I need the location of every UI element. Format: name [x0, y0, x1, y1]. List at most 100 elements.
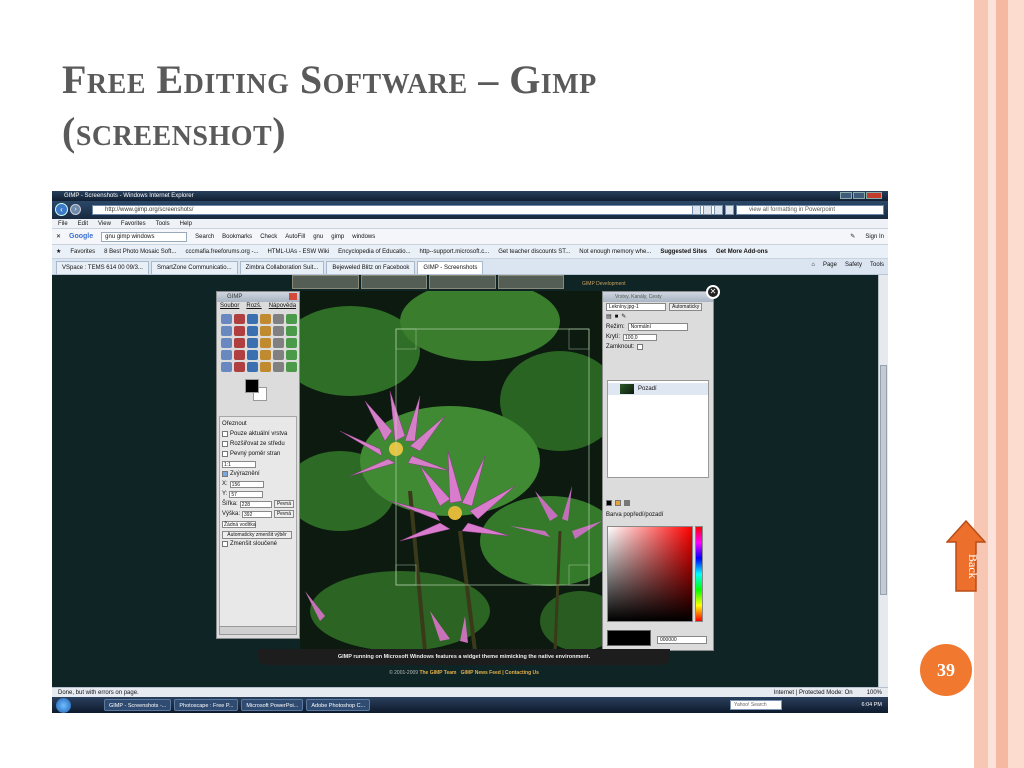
taskbar-item[interactable]: Photoscape : Free P...	[174, 699, 239, 711]
gimp-development-link[interactable]: GIMP Development	[582, 281, 626, 287]
taskbar-item[interactable]: GIMP - Screenshots -...	[104, 699, 172, 711]
back-button[interactable]: Back	[946, 520, 986, 592]
option-fixed-ratio[interactable]: Pevný poměr stran	[222, 449, 294, 459]
favorites-button[interactable]: Favorites	[70, 245, 95, 258]
bookmarks-button[interactable]: Bookmarks	[222, 229, 252, 245]
checkbox[interactable]	[222, 471, 228, 477]
maximize-button[interactable]	[853, 192, 865, 199]
opacity-input[interactable]: 100,0	[623, 333, 658, 341]
tool-icon[interactable]	[221, 314, 232, 324]
dropdown-icon[interactable]	[692, 205, 701, 215]
tool-icon[interactable]	[260, 350, 271, 360]
tool-icon[interactable]	[247, 326, 258, 336]
search-term-gimp[interactable]: gimp	[331, 229, 344, 245]
menu-item-file[interactable]: File	[58, 219, 68, 228]
foreground-color-swatch[interactable]	[245, 379, 259, 393]
y-input[interactable]: 57	[229, 490, 264, 498]
image-canvas[interactable]	[300, 291, 602, 651]
checkbox[interactable]	[222, 451, 228, 457]
tool-icon[interactable]	[273, 362, 284, 372]
tab-smartzone[interactable]: SmartZone Communicatio...	[150, 261, 238, 274]
image-select[interactable]: Lekníny.jpg-1	[606, 303, 666, 311]
tool-icon[interactable]	[286, 326, 297, 336]
check-button[interactable]: Check	[260, 229, 277, 245]
taskbar-item[interactable]: Microsoft PowerPoi...	[241, 699, 304, 711]
tool-icon[interactable]	[286, 350, 297, 360]
tool-icon[interactable]	[234, 362, 245, 372]
favorite-link[interactable]: cccmafia.freeforums.org -...	[185, 245, 258, 258]
tool-icon[interactable]	[286, 362, 297, 372]
ratio-input[interactable]: 1:1	[222, 460, 256, 468]
news-contact-links[interactable]: GIMP News Feed | Contacting Us	[461, 670, 539, 676]
minimize-button[interactable]	[840, 192, 852, 199]
tool-icon[interactable]	[273, 338, 284, 348]
tab-gimp-screenshots[interactable]: GIMP - Screenshots	[417, 261, 484, 274]
thumbnail[interactable]	[292, 275, 359, 289]
guides-select[interactable]: Žádná vodítka	[222, 520, 256, 528]
checkbox[interactable]	[222, 441, 228, 447]
menu-item-edit[interactable]: Edit	[78, 219, 88, 228]
refresh-icon[interactable]	[703, 205, 712, 215]
yahoo-search-input[interactable]: Yahoo! Search	[730, 700, 782, 710]
tool-icon[interactable]	[260, 338, 271, 348]
checkbox[interactable]	[222, 431, 228, 437]
vertical-scrollbar[interactable]	[878, 275, 888, 687]
channels-tab-icon[interactable]: ■	[615, 312, 619, 322]
color-palette[interactable]	[607, 526, 693, 622]
mode-select[interactable]: Normální	[627, 323, 688, 331]
search-input[interactable]: view all formatting in Powerpoint	[736, 205, 884, 215]
option-expand-center[interactable]: Rozšiřovat ze středu	[222, 439, 294, 449]
scroll-thumb[interactable]	[880, 365, 887, 595]
tool-icon[interactable]	[234, 326, 245, 336]
tool-icon[interactable]	[273, 326, 284, 336]
close-icon[interactable]	[289, 293, 297, 300]
back-arrow-icon[interactable]: ‹	[55, 203, 68, 216]
tools-menu[interactable]: Tools	[870, 262, 884, 268]
tab-vspace[interactable]: VSpace : TEMS 614 00 09/3...	[56, 261, 149, 274]
checkbox[interactable]	[222, 541, 228, 547]
fixed-width-button[interactable]: Pevná	[273, 500, 294, 508]
suggested-sites-link[interactable]: Suggested Sites	[660, 245, 707, 258]
menu-item-tools[interactable]: Tools	[156, 219, 170, 228]
tool-icon[interactable]	[286, 314, 297, 324]
auto-button[interactable]: Automaticky	[669, 303, 703, 311]
start-button[interactable]	[56, 697, 71, 713]
menu-item-help[interactable]: Help	[180, 219, 192, 228]
height-input[interactable]: 392	[242, 510, 272, 518]
forward-arrow-icon[interactable]: ›	[70, 204, 81, 215]
close-button[interactable]	[866, 192, 882, 199]
tool-icon[interactable]	[286, 338, 297, 348]
tab-bejeweled[interactable]: Bejeweled Blitz on Facebook	[326, 261, 416, 274]
tool-icon[interactable]	[234, 350, 245, 360]
wrench-icon[interactable]: ✎	[850, 229, 855, 245]
favorite-link[interactable]: Get teacher discounts ST...	[498, 245, 570, 258]
option-shrink-merged[interactable]: Zmenšit sloučené	[222, 539, 294, 549]
hex-input[interactable]: 000000	[657, 636, 707, 644]
toolbox-bottom-buttons[interactable]	[219, 626, 297, 635]
stop-icon[interactable]	[714, 205, 723, 215]
safety-menu[interactable]: Safety	[845, 262, 862, 268]
close-icon[interactable]: ✕	[56, 229, 61, 245]
close-icon[interactable]	[725, 205, 734, 215]
tool-icon[interactable]	[234, 314, 245, 324]
thumbnail[interactable]	[497, 275, 564, 289]
address-input[interactable]: http://www.gimp.org/screenshots/	[92, 205, 720, 215]
paths-tab-icon[interactable]: ✎	[621, 312, 626, 322]
search-term-gnu[interactable]: gnu	[313, 229, 323, 245]
tool-icon[interactable]	[234, 338, 245, 348]
google-search-input[interactable]: gnu gimp windows	[101, 231, 188, 242]
taskbar-item[interactable]: Adobe Photoshop C...	[306, 699, 371, 711]
hue-slider[interactable]	[695, 526, 703, 622]
tool-icon[interactable]	[273, 350, 284, 360]
tool-icon[interactable]	[260, 314, 271, 324]
favorite-link[interactable]: Not enough memory whe...	[579, 245, 651, 258]
tool-icon[interactable]	[247, 350, 258, 360]
sign-in-link[interactable]: Sign In	[865, 229, 884, 245]
option-current-layer[interactable]: Pouze aktuální vrstva	[222, 429, 294, 439]
menu-item-view[interactable]: View	[98, 219, 111, 228]
addons-link[interactable]: Get More Add-ons	[716, 245, 768, 258]
tool-icon[interactable]	[221, 350, 232, 360]
google-search-button[interactable]: Search	[195, 229, 214, 245]
favorite-link[interactable]: 8 Best Photo Mosaic Soft...	[104, 245, 176, 258]
tool-icon[interactable]	[247, 314, 258, 324]
